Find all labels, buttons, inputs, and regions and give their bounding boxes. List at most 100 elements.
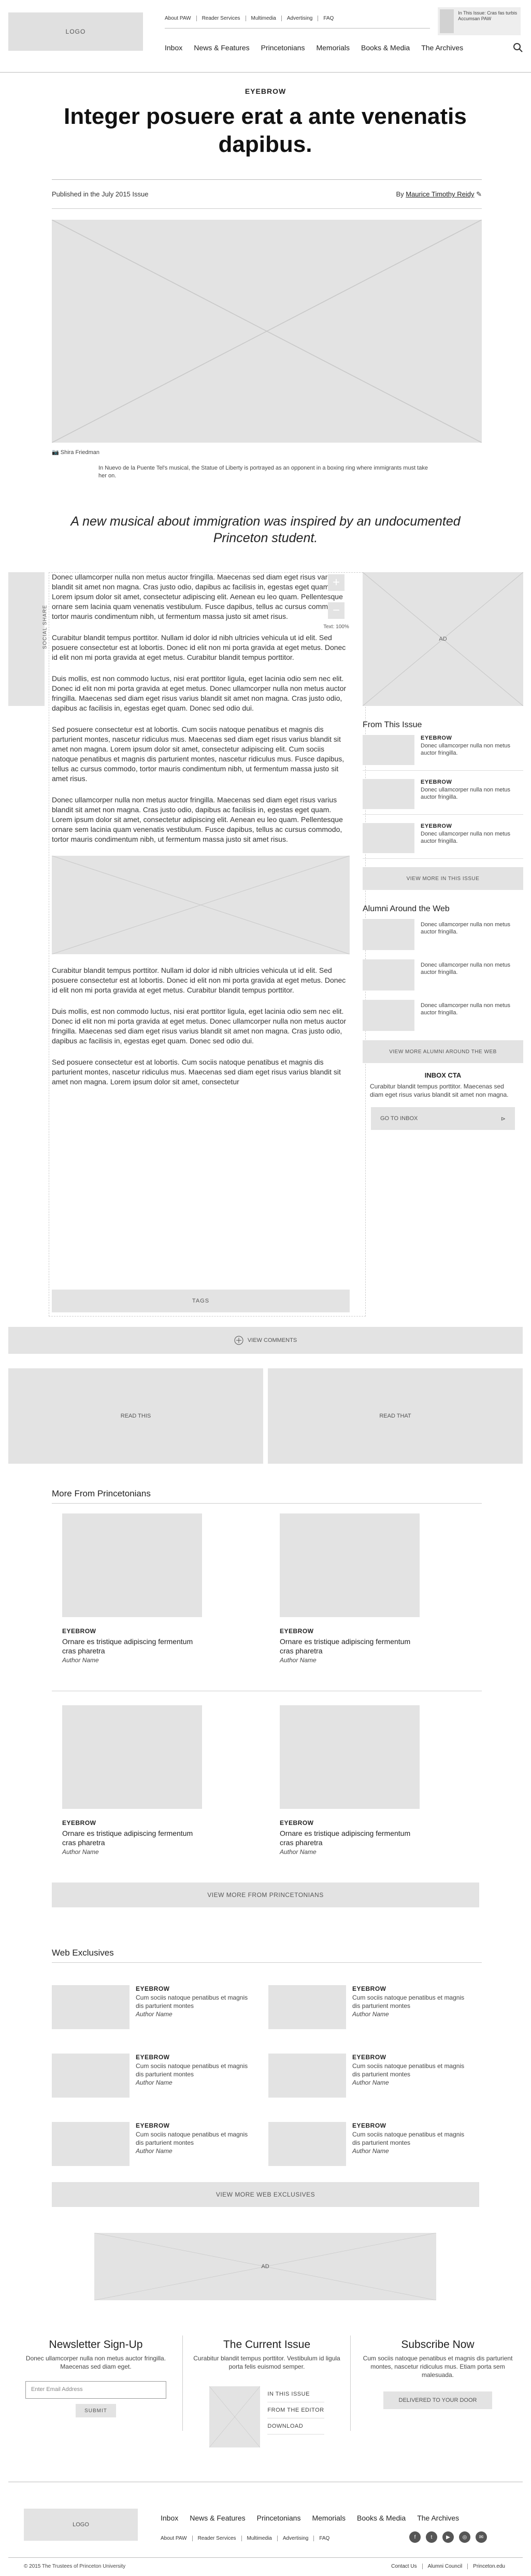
footer-bottom-links: Contact Us Alumni Council Princeton.edu xyxy=(386,2564,510,2569)
footer-utility-link[interactable]: Advertising xyxy=(277,2536,313,2541)
issue-links: IN THIS ISSUE FROM THE EDITOR DOWNLOAD xyxy=(267,2386,324,2447)
web-exclusive-item[interactable]: EYEBROW Cum sociis natoque penatibus et m… xyxy=(268,2054,470,2098)
divider xyxy=(350,2336,351,2431)
utility-link[interactable]: Reader Services xyxy=(196,16,246,21)
issue-promo[interactable]: In This Issue: Cras fas turbis Accumsan … xyxy=(438,7,521,35)
item-eyebrow: EYEBROW xyxy=(421,735,452,741)
web-exclusive-item[interactable]: EYEBROW Cum sociis natoque penatibus et m… xyxy=(52,2054,254,2098)
decrease-text-button[interactable]: − xyxy=(328,602,345,619)
footer-bottom-link[interactable]: Contact Us xyxy=(386,2564,422,2569)
credit-text: Shira Friedman xyxy=(60,449,99,456)
utility-link[interactable]: Advertising xyxy=(281,16,318,21)
utility-link[interactable]: FAQ xyxy=(318,16,339,21)
view-more-alumni-button[interactable]: VIEW MORE ALUMNI AROUND THE WEB xyxy=(363,1040,523,1063)
view-comments-button[interactable]: VIEW COMMENTS xyxy=(8,1327,523,1354)
search-icon[interactable] xyxy=(513,43,523,53)
twitter-icon[interactable]: t xyxy=(426,2531,437,2543)
card-eyebrow: EYEBROW xyxy=(62,1819,96,1827)
footer-bottom-link[interactable]: Alumni Council xyxy=(422,2564,468,2569)
author-link[interactable]: Maurice Timothy Reidy xyxy=(406,190,474,198)
thumbnail xyxy=(363,919,414,950)
web-exclusive-item[interactable]: EYEBROW Cum sociis natoque penatibus et m… xyxy=(268,2122,470,2166)
photo-credit: 📷 Shira Friedman xyxy=(52,449,99,456)
issue-cover-image[interactable] xyxy=(209,2386,261,2447)
utility-link[interactable]: About PAW xyxy=(165,16,196,21)
footer-logo[interactable]: LOGO xyxy=(24,2509,138,2541)
card-headline: Ornare es tristique adipiscing fermentum… xyxy=(62,1829,193,1847)
increase-text-button[interactable]: + xyxy=(328,574,345,591)
footer-nav-item[interactable]: Princetonians xyxy=(257,2514,301,2522)
item-eyebrow: EYEBROW xyxy=(136,2122,170,2129)
footer-utility-link[interactable]: About PAW xyxy=(161,2536,192,2541)
alumni-item[interactable]: Donec ullamcorper nulla non metus auctor… xyxy=(363,959,523,990)
article-body: Donec ullamcorper nulla non metus auctor… xyxy=(52,572,350,1098)
footer-utility-link[interactable]: Multimedia xyxy=(241,2536,277,2541)
web-exclusive-item[interactable]: EYEBROW Cum sociis natoque penatibus et m… xyxy=(52,2122,254,2166)
nav-item[interactable]: Princetonians xyxy=(261,44,305,52)
paragraph: Sed posuere consectetur est at lobortis.… xyxy=(52,725,345,783)
email-icon[interactable]: ✉ xyxy=(476,2531,487,2543)
princetonian-card[interactable]: EYEBROW Ornare es tristique adipiscing f… xyxy=(62,1513,202,1664)
facebook-icon[interactable]: f xyxy=(409,2531,421,2543)
email-field[interactable]: Enter Email Address xyxy=(25,2381,166,2399)
issue-link[interactable]: DOWNLOAD xyxy=(267,2418,324,2435)
issue-link[interactable]: IN THIS ISSUE xyxy=(267,2386,324,2402)
from-issue-item[interactable]: EYEBROW Donec ullamcorper nulla non metus… xyxy=(363,823,523,859)
nav-item[interactable]: Memorials xyxy=(316,44,350,52)
issue-link[interactable]: FROM THE EDITOR xyxy=(267,2402,324,2418)
instagram-icon[interactable]: ◎ xyxy=(459,2531,470,2543)
tags-bar[interactable]: TAGS xyxy=(52,1290,350,1312)
social-share-bar[interactable]: SOCIAL SHARE xyxy=(8,572,48,706)
go-to-inbox-button[interactable]: GO TO INBOX ⊳ xyxy=(371,1107,515,1130)
footer-utility-nav: About PAW Reader Services Multimedia Adv… xyxy=(161,2536,335,2541)
utility-link[interactable]: Multimedia xyxy=(245,16,281,21)
newsletter-text: Donec ullamcorper nulla non metus auctor… xyxy=(25,2355,166,2370)
item-author: Author Name xyxy=(352,2079,389,2086)
from-issue-item[interactable]: EYEBROW Donec ullamcorper nulla non metus… xyxy=(363,779,523,815)
divider xyxy=(182,2336,183,2431)
item-eyebrow: EYEBROW xyxy=(136,2054,170,2061)
current-issue-title: The Current Issue xyxy=(223,2339,311,2351)
view-more-issue-button[interactable]: VIEW MORE IN THIS ISSUE xyxy=(363,867,523,890)
view-more-web-exclusives-button[interactable]: VIEW MORE WEB EXCLUSIVES xyxy=(52,2182,479,2207)
nav-item[interactable]: Inbox xyxy=(165,44,182,52)
inbox-cta: INBOX CTA Curabitur blandit tempus portt… xyxy=(363,1071,523,1130)
read-this-panel[interactable]: READ THIS xyxy=(8,1368,263,1464)
view-more-princetonians-button[interactable]: VIEW MORE FROM PRINCETONIANS xyxy=(52,1883,479,1907)
read-that-panel[interactable]: READ THAT xyxy=(268,1368,523,1464)
from-issue-item[interactable]: EYEBROW Donec ullamcorper nulla non metus… xyxy=(363,735,523,771)
footer-bottom-link[interactable]: Princeton.edu xyxy=(467,2564,510,2569)
rail-ad[interactable]: AD xyxy=(363,572,523,706)
subscribe-button[interactable]: DELIVERED TO YOUR DOOR xyxy=(383,2391,492,2409)
item-eyebrow: EYEBROW xyxy=(421,779,452,785)
princetonian-card[interactable]: EYEBROW Ornare es tristique adipiscing f… xyxy=(280,1513,420,1664)
youtube-icon[interactable]: ▶ xyxy=(442,2531,454,2543)
footer-nav-item[interactable]: Inbox xyxy=(161,2514,178,2522)
footer-nav-item[interactable]: Books & Media xyxy=(357,2514,406,2522)
web-exclusive-item[interactable]: EYEBROW Cum sociis natoque penatibus et m… xyxy=(52,1985,254,2029)
nav-item[interactable]: Books & Media xyxy=(361,44,410,52)
submit-button[interactable]: SUBMIT xyxy=(76,2404,116,2417)
current-issue-text: Curabitur blandit tempus porttitor. Vest… xyxy=(193,2355,340,2370)
footer-nav-item[interactable]: Memorials xyxy=(312,2514,346,2522)
web-exclusive-item[interactable]: EYEBROW Cum sociis natoque penatibus et m… xyxy=(268,1985,470,2029)
divider xyxy=(165,28,430,29)
bottom-ad[interactable]: AD xyxy=(94,2233,436,2300)
article-title: Integer posuere erat a ante venenatis da… xyxy=(64,104,467,157)
alumni-item[interactable]: Donec ullamcorper nulla non metus auctor… xyxy=(363,1000,523,1031)
thumbnail xyxy=(52,1985,130,2029)
site-logo[interactable]: LOGO xyxy=(8,12,143,51)
footer-utility-link[interactable]: FAQ xyxy=(313,2536,335,2541)
princetonian-card[interactable]: EYEBROW Ornare es tristique adipiscing f… xyxy=(280,1705,420,1856)
byline-prefix: By xyxy=(396,190,404,198)
paragraph: Curabitur blandit tempus porttitor. Null… xyxy=(52,966,346,994)
footer-nav-item[interactable]: News & Features xyxy=(190,2514,245,2522)
footer-nav-item[interactable]: The Archives xyxy=(417,2514,459,2522)
nav-item[interactable]: News & Features xyxy=(194,44,249,52)
card-eyebrow: EYEBROW xyxy=(280,1819,314,1827)
issue-label[interactable]: Published in the July 2015 Issue xyxy=(52,190,148,199)
princetonian-card[interactable]: EYEBROW Ornare es tristique adipiscing f… xyxy=(62,1705,202,1856)
footer-utility-link[interactable]: Reader Services xyxy=(192,2536,241,2541)
alumni-item[interactable]: Donec ullamcorper nulla non metus auctor… xyxy=(363,919,523,950)
nav-item[interactable]: The Archives xyxy=(421,44,463,52)
